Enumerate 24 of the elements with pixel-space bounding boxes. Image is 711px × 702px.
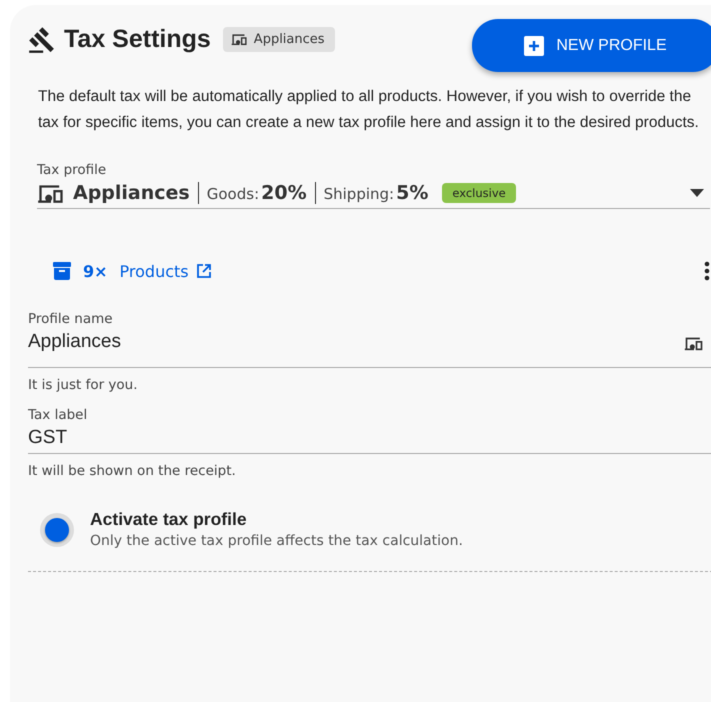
devices-icon xyxy=(37,182,65,204)
activate-switch[interactable] xyxy=(40,513,74,547)
description-text: The default tax will be automatically applied to all products. However, if you wish to override the tax for specific items, you can create a new tax profile here and assign it to the desired products. xyxy=(38,87,700,133)
devices-icon xyxy=(230,33,248,46)
text-field[interactable]: Profile name Appliances xyxy=(28,311,711,368)
switch-subtitle: Only the active tax profile affects the tax calculation. xyxy=(90,533,463,549)
archive-icon xyxy=(53,262,71,280)
product-count: 9× xyxy=(83,262,108,280)
dropdown-caret-icon xyxy=(690,189,704,197)
external-link-icon xyxy=(196,264,211,278)
gavel-icon xyxy=(28,26,56,54)
switch-title: Activate tax profile xyxy=(90,509,248,530)
tax-profile-select[interactable]: Tax profile Appliances Goods:20% Shipping:5% exclusive xyxy=(37,162,710,209)
plus-icon xyxy=(524,36,544,56)
exclusive-badge: exclusive xyxy=(442,183,516,203)
profile-chip: Appliances xyxy=(222,27,335,52)
products-link[interactable]: Products xyxy=(120,262,189,280)
helper-text: It will be shown on the receipt. xyxy=(28,463,237,479)
text-field[interactable]: Tax label GST xyxy=(28,407,711,454)
new-profile-button[interactable]: NEW PROFILE xyxy=(472,19,711,72)
helper-text: It is just for you. xyxy=(28,377,139,393)
page-title: Tax Settings xyxy=(64,25,211,54)
devices-icon xyxy=(684,336,704,351)
more-menu-icon[interactable] xyxy=(704,261,710,281)
